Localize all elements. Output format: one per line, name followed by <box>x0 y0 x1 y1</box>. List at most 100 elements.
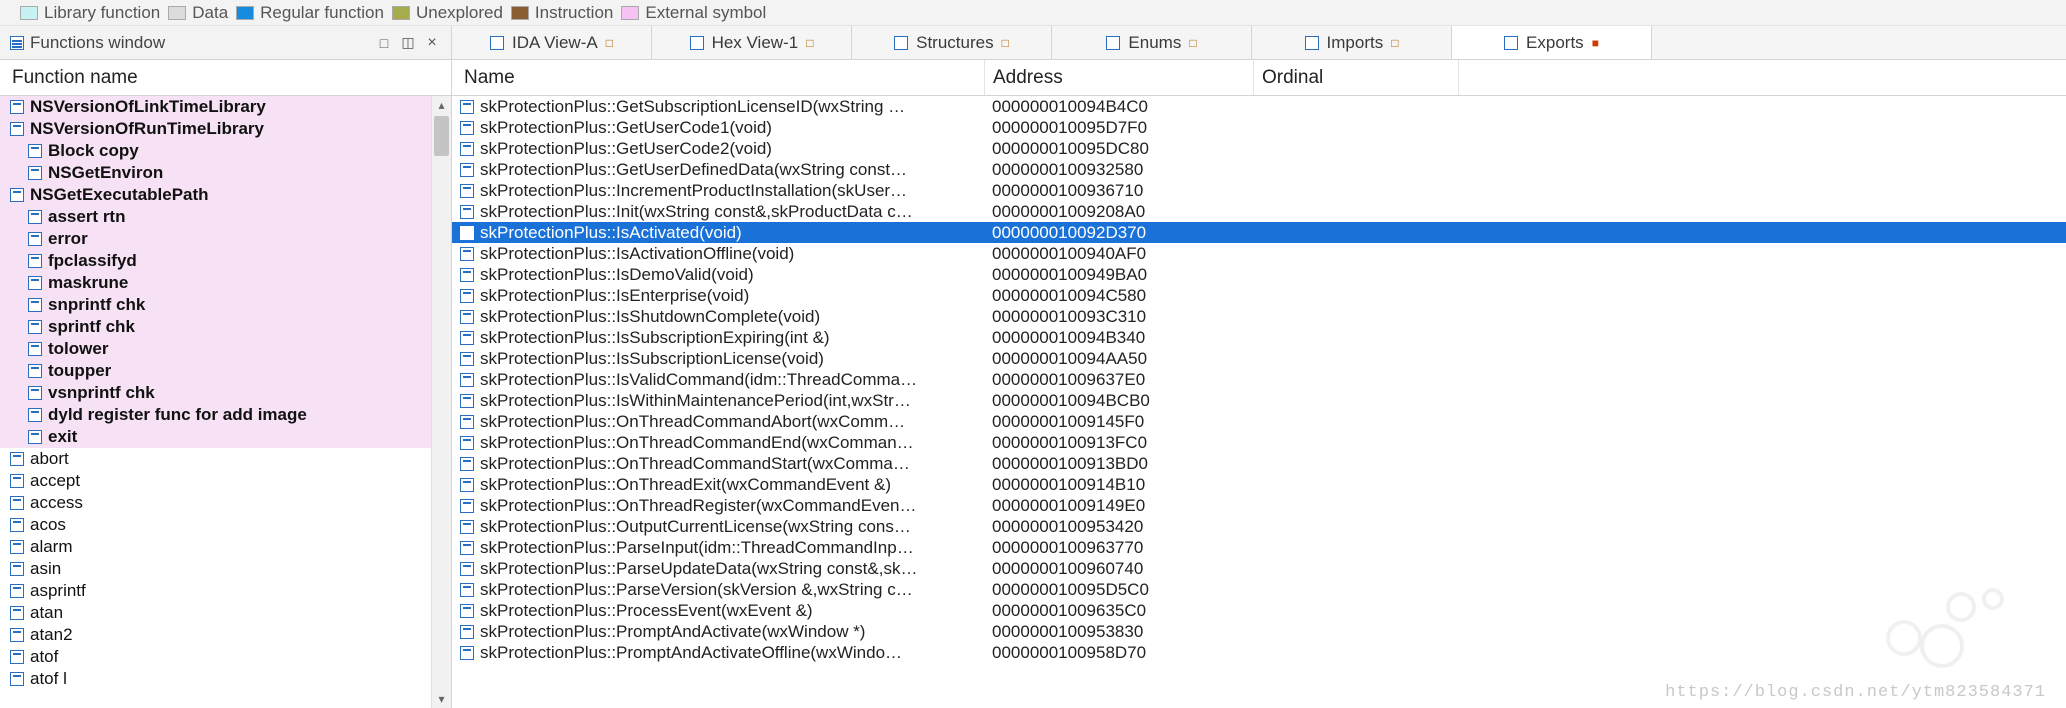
function-item[interactable]: asin <box>0 558 451 580</box>
function-item[interactable]: exit <box>0 426 451 448</box>
export-row[interactable]: skProtectionPlus::ParseUpdateData(wxStri… <box>452 558 2066 579</box>
tab-hex-view-1[interactable]: Hex View-1□ <box>652 26 852 59</box>
export-row[interactable]: skProtectionPlus::PromptAndActivate(wxWi… <box>452 621 2066 642</box>
export-address: 0000000100963770 <box>992 538 1252 558</box>
tab-close-icon[interactable]: □ <box>1391 36 1398 50</box>
column-header-name[interactable]: Name <box>460 67 980 89</box>
function-item[interactable]: acos <box>0 514 451 536</box>
export-row[interactable]: skProtectionPlus::IsSubscriptionExpiring… <box>452 327 2066 348</box>
export-address: 0000000100936710 <box>992 181 1252 201</box>
function-item[interactable]: atan <box>0 602 451 624</box>
scroll-down-icon[interactable]: ▾ <box>432 690 451 708</box>
function-label: NSGetExecutablePath <box>30 185 209 205</box>
scrollbar-thumb[interactable] <box>434 116 449 156</box>
export-row[interactable]: skProtectionPlus::OutputCurrentLicense(w… <box>452 516 2066 537</box>
function-item[interactable]: atan2 <box>0 624 451 646</box>
function-item[interactable]: fpclassifyd <box>0 250 451 272</box>
function-label: atof <box>30 647 58 667</box>
function-item[interactable]: error <box>0 228 451 250</box>
export-row[interactable]: skProtectionPlus::GetUserDefinedData(wxS… <box>452 159 2066 180</box>
function-item[interactable]: sprintf chk <box>0 316 451 338</box>
export-row[interactable]: skProtectionPlus::IsValidCommand(idm::Th… <box>452 369 2066 390</box>
export-row[interactable]: skProtectionPlus::OnThreadCommandAbort(w… <box>452 411 2066 432</box>
export-row[interactable]: skProtectionPlus::OnThreadExit(wxCommand… <box>452 474 2066 495</box>
function-label: snprintf chk <box>48 295 145 315</box>
export-row[interactable]: skProtectionPlus::GetSubscriptionLicense… <box>452 96 2066 117</box>
tab-close-icon[interactable]: ■ <box>1592 36 1599 50</box>
function-item[interactable]: assert rtn <box>0 206 451 228</box>
functions-list[interactable]: NSVersionOfLinkTimeLibraryNSVersionOfRun… <box>0 96 451 690</box>
function-item[interactable]: NSGetExecutablePath <box>0 184 451 206</box>
export-row[interactable]: skProtectionPlus::IsDemoValid(void)00000… <box>452 264 2066 285</box>
function-item[interactable]: snprintf chk <box>0 294 451 316</box>
export-row[interactable]: skProtectionPlus::OnThreadCommandStart(w… <box>452 453 2066 474</box>
function-label: dyld register func for add image <box>48 405 307 425</box>
tab-close-icon[interactable]: □ <box>606 36 613 50</box>
export-row[interactable]: skProtectionPlus::IsSubscriptionLicense(… <box>452 348 2066 369</box>
export-address: 000000010093C310 <box>992 307 1252 327</box>
function-item[interactable]: maskrune <box>0 272 451 294</box>
export-row[interactable]: skProtectionPlus::IsShutdownComplete(voi… <box>452 306 2066 327</box>
panel-detach-button[interactable]: ◫ <box>399 34 417 52</box>
exports-table-body[interactable]: skProtectionPlus::GetSubscriptionLicense… <box>452 96 2066 708</box>
column-header-ordinal[interactable]: Ordinal <box>1258 67 1458 89</box>
export-name: skProtectionPlus::GetUserCode1(void) <box>480 118 992 138</box>
export-row[interactable]: skProtectionPlus::IsActivationOffline(vo… <box>452 243 2066 264</box>
function-item[interactable]: NSVersionOfLinkTimeLibrary <box>0 96 451 118</box>
function-item[interactable]: asprintf <box>0 580 451 602</box>
tab-icon <box>1305 36 1319 50</box>
column-header-address[interactable]: Address <box>989 67 1249 89</box>
function-item[interactable]: abort <box>0 448 451 470</box>
exports-header: Name Address Ordinal <box>452 60 2066 96</box>
function-item[interactable]: access <box>0 492 451 514</box>
function-item[interactable]: vsnprintf chk <box>0 382 451 404</box>
export-row[interactable]: skProtectionPlus::ParseVersion(skVersion… <box>452 579 2066 600</box>
export-row[interactable]: skProtectionPlus::Init(wxString const&,s… <box>452 201 2066 222</box>
tab-label: Imports <box>1327 33 1384 53</box>
function-item[interactable]: Block copy <box>0 140 451 162</box>
function-item[interactable]: atof l <box>0 668 451 690</box>
function-icon <box>10 628 24 642</box>
functions-column-header[interactable]: Function name <box>0 60 451 96</box>
export-row[interactable]: skProtectionPlus::OnThreadRegister(wxCom… <box>452 495 2066 516</box>
tab-imports[interactable]: Imports □ <box>1252 26 1452 59</box>
function-item[interactable]: accept <box>0 470 451 492</box>
export-row[interactable]: skProtectionPlus::GetUserCode1(void)0000… <box>452 117 2066 138</box>
export-name: skProtectionPlus::IsEnterprise(void) <box>480 286 992 306</box>
function-label: toupper <box>48 361 111 381</box>
export-row[interactable]: skProtectionPlus::OnThreadCommandEnd(wxC… <box>452 432 2066 453</box>
panel-close-button[interactable]: × <box>423 34 441 52</box>
function-item[interactable]: dyld register func for add image <box>0 404 451 426</box>
function-icon <box>10 100 24 114</box>
export-row[interactable]: skProtectionPlus::IsActivated(void)00000… <box>452 222 2066 243</box>
tab-exports[interactable]: Exports■ <box>1452 26 1652 59</box>
tab-close-icon[interactable]: □ <box>1002 36 1009 50</box>
export-row[interactable]: skProtectionPlus::GetUserCode2(void)0000… <box>452 138 2066 159</box>
function-item[interactable]: toupper <box>0 360 451 382</box>
function-item[interactable]: tolower <box>0 338 451 360</box>
export-name: skProtectionPlus::GetUserDefinedData(wxS… <box>480 160 992 180</box>
tab-structures[interactable]: Structures□ <box>852 26 1052 59</box>
export-row[interactable]: skProtectionPlus::IsEnterprise(void)0000… <box>452 285 2066 306</box>
scroll-up-icon[interactable]: ▴ <box>432 96 451 114</box>
legend-swatch <box>511 6 529 20</box>
tab-ida-view-a[interactable]: IDA View-A□ <box>452 26 652 59</box>
tab-close-icon[interactable]: □ <box>806 36 813 50</box>
export-icon <box>460 478 474 492</box>
function-label: atof l <box>30 669 67 689</box>
function-icon <box>28 320 42 334</box>
tab-close-icon[interactable]: □ <box>1189 36 1196 50</box>
panel-pop-out-button[interactable]: □ <box>375 34 393 52</box>
tab-enums[interactable]: Enums□ <box>1052 26 1252 59</box>
export-row[interactable]: skProtectionPlus::ProcessEvent(wxEvent &… <box>452 600 2066 621</box>
function-item[interactable]: atof <box>0 646 451 668</box>
export-row[interactable]: skProtectionPlus::PromptAndActivateOffli… <box>452 642 2066 663</box>
function-item[interactable]: alarm <box>0 536 451 558</box>
export-row[interactable]: skProtectionPlus::IncrementProductInstal… <box>452 180 2066 201</box>
function-item[interactable]: NSGetEnviron <box>0 162 451 184</box>
functions-scrollbar[interactable]: ▴ ▾ <box>431 96 451 708</box>
export-row[interactable]: skProtectionPlus::ParseInput(idm::Thread… <box>452 537 2066 558</box>
function-item[interactable]: NSVersionOfRunTimeLibrary <box>0 118 451 140</box>
legend-swatch <box>236 6 254 20</box>
export-row[interactable]: skProtectionPlus::IsWithinMaintenancePer… <box>452 390 2066 411</box>
